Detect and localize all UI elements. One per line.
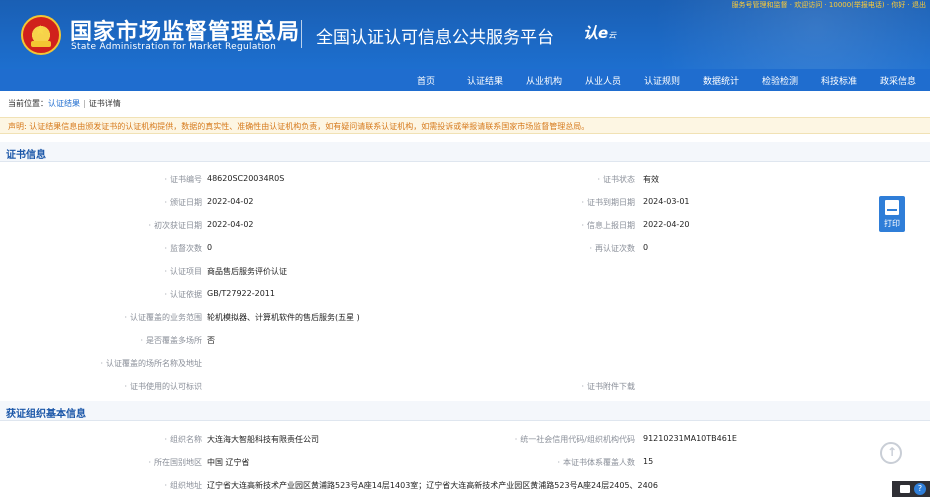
platform-title: 全国认证认可信息公共服务平台	[316, 28, 554, 48]
field-label: 组织地址	[164, 480, 202, 491]
section-title-org-text: 获证组织基本信息	[6, 409, 86, 420]
section-title-org: 获证组织基本信息	[0, 401, 930, 421]
field-value: 2022-04-02	[207, 197, 254, 206]
breadcrumb-prefix: 当前位置：	[8, 99, 48, 108]
field-label: 认证覆盖的场所名称及地址	[100, 358, 202, 369]
row-cert-basis: 认证依据 GB/T27922-2011	[0, 289, 930, 311]
field-value: 辽宁省大连高新技术产业园区黄浦路523号A座14层1403室；辽宁省大连高新技术…	[207, 481, 658, 490]
section-title-cert: 证书信息	[0, 142, 930, 162]
row-org-name: 组织名称 大连海大智船科技有限责任公司 统一社会信用代码/组织机构代码 9121…	[0, 434, 930, 456]
help-widget[interactable]: ?	[892, 481, 930, 497]
national-emblem-icon: ★	[21, 15, 61, 55]
header-divider	[301, 20, 302, 48]
attachment-download-link[interactable]: 证书附件下载	[581, 381, 635, 392]
site-header: 服务号管理和监督 · 欢迎访问 · 10000(举报电话) · 你好 · 退出 …	[0, 0, 930, 69]
row-supervision-count: 监督次数 0 再认证次数 0	[0, 243, 930, 265]
field-value: 0	[643, 243, 649, 252]
field-label: 证书编号	[164, 174, 202, 185]
brand-main: 认e	[583, 24, 609, 42]
row-business-scope: 认证覆盖的业务范围 轮机模拟器、计算机软件的售后服务(五星 )	[0, 312, 930, 334]
field-label: 认证覆盖的业务范围	[124, 312, 202, 323]
main-nav: 首页 认证结果 从业机构 从业人员 认证规则 数据统计 检验检测 科技标准 政采…	[0, 69, 930, 91]
field-value: 15	[643, 457, 654, 466]
print-button[interactable]: 打印	[879, 196, 905, 232]
row-cert-number: 证书编号 48620SC20034R0S 证书状态 有效	[0, 174, 930, 196]
field-value: 轮机模拟器、计算机软件的售后服务(五星 )	[207, 313, 360, 322]
breadcrumb: 当前位置：认证结果 | 证书详情	[8, 98, 121, 109]
brand-sub: 云	[608, 31, 617, 40]
nav-item-institutions[interactable]: 从业机构	[526, 74, 562, 87]
field-label: 颁证日期	[164, 197, 202, 208]
field-value: 91210231MA10TB461E	[643, 434, 737, 443]
field-label: 本证书体系覆盖人数	[557, 457, 635, 468]
back-to-top-icon[interactable]	[880, 442, 902, 464]
field-value: 2022-04-02	[207, 220, 254, 229]
field-value: 有效	[643, 175, 659, 184]
field-label: 证书使用的认可标识	[124, 381, 202, 392]
row-first-issue-date: 初次获证日期 2022-04-02 信息上报日期 2022-04-20	[0, 220, 930, 242]
field-value: 中国 辽宁省	[207, 458, 250, 467]
field-label: 组织名称	[164, 434, 202, 445]
nav-item-cert-results[interactable]: 认证结果	[467, 74, 503, 87]
breadcrumb-current: 证书详情	[88, 99, 121, 108]
breadcrumb-link-results[interactable]: 认证结果	[48, 99, 80, 108]
row-cert-project: 认证项目 商品售后服务评价认证	[0, 266, 930, 288]
field-label: 再认证次数	[589, 243, 635, 254]
page: 服务号管理和监督 · 欢迎访问 · 10000(举报电话) · 你好 · 退出 …	[0, 0, 930, 497]
print-button-label: 打印	[884, 219, 900, 228]
disclaimer-banner: 声明: 认证结果信息由颁发证书的认证机构提供，数据的真实性、准确性由认证机构负责…	[0, 117, 930, 134]
row-site-address: 认证覆盖的场所名称及地址	[0, 358, 930, 380]
help-icon: ?	[914, 483, 926, 495]
printer-icon	[885, 200, 899, 215]
field-label: 监督次数	[164, 243, 202, 254]
disclaimer-text: 声明: 认证结果信息由颁发证书的认证机构提供，数据的真实性、准确性由认证机构负责…	[8, 122, 590, 131]
field-label: 信息上报日期	[581, 220, 635, 231]
field-value: 0	[207, 243, 213, 252]
nav-item-home[interactable]: 首页	[417, 74, 435, 87]
nav-item-procurement[interactable]: 政采信息	[880, 74, 916, 87]
brand-logo: 认e云	[583, 22, 616, 43]
breadcrumb-separator: |	[83, 99, 86, 108]
field-label: 统一社会信用代码/组织机构代码	[515, 434, 635, 445]
field-label: 初次获证日期	[148, 220, 202, 231]
row-accreditation-mark: 证书使用的认可标识 证书附件下载	[0, 381, 930, 403]
nav-item-standards[interactable]: 科技标准	[821, 74, 857, 87]
nav-item-personnel[interactable]: 从业人员	[585, 74, 621, 87]
field-label: 证书到期日期	[581, 197, 635, 208]
field-label: 认证依据	[164, 289, 202, 300]
field-value: 大连海大智船科技有限责任公司	[207, 435, 319, 444]
field-label: 所在国别地区	[148, 457, 202, 468]
org-name-en: State Administration for Market Regulati…	[71, 42, 277, 52]
section-title-cert-text: 证书信息	[6, 150, 46, 161]
field-value: 48620SC20034R0S	[207, 174, 285, 183]
nav-item-inspection[interactable]: 检验检测	[762, 74, 798, 87]
field-label: 认证项目	[164, 266, 202, 277]
top-utility-bar[interactable]: 服务号管理和监督 · 欢迎访问 · 10000(举报电话) · 你好 · 退出	[732, 0, 926, 10]
field-value: GB/T27922-2011	[207, 289, 275, 298]
chat-icon	[900, 485, 910, 493]
row-multi-site: 是否覆盖多场所 否	[0, 335, 930, 357]
field-value: 2024-03-01	[643, 197, 690, 206]
nav-item-rules[interactable]: 认证规则	[644, 74, 680, 87]
row-issue-date: 颁证日期 2022-04-02 证书到期日期 2024-03-01	[0, 197, 930, 219]
field-value: 否	[207, 336, 215, 345]
field-label: 是否覆盖多场所	[140, 335, 202, 346]
field-value: 商品售后服务评价认证	[207, 267, 287, 276]
field-label: 证书状态	[597, 174, 635, 185]
row-org-address: 组织地址 辽宁省大连高新技术产业园区黄浦路523号A座14层1403室；辽宁省大…	[0, 480, 930, 497]
nav-item-statistics[interactable]: 数据统计	[703, 74, 739, 87]
row-region: 所在国别地区 中国 辽宁省 本证书体系覆盖人数 15	[0, 457, 930, 479]
field-value: 2022-04-20	[643, 220, 690, 229]
